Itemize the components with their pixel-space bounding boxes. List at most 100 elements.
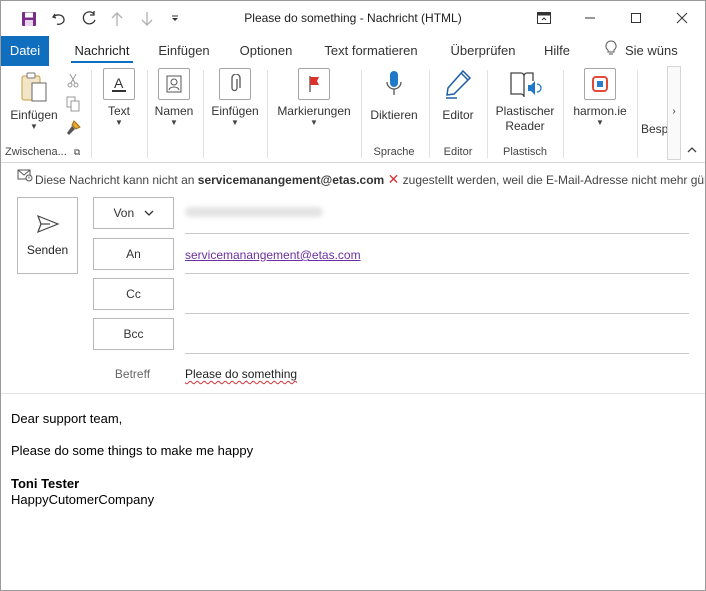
editor-button[interactable]: Editor xyxy=(433,68,483,122)
subject-label: Betreff xyxy=(114,367,151,381)
tab-review[interactable]: Überprüfen xyxy=(443,36,523,66)
arrow-up-icon[interactable] xyxy=(107,9,127,29)
from-label: Von xyxy=(113,206,135,220)
chevron-down-icon: ▼ xyxy=(115,118,123,127)
arrow-down-icon[interactable] xyxy=(137,9,157,29)
paste-button[interactable]: Einfügen ▼ xyxy=(7,68,61,131)
undo-icon[interactable] xyxy=(49,9,69,29)
reader-label-line1: Plastischer xyxy=(495,104,555,118)
subject-field[interactable]: Please do something xyxy=(185,367,297,381)
ribbon-divider xyxy=(429,70,430,158)
reader-label-line2: Reader xyxy=(505,119,545,133)
tab-options[interactable]: Optionen xyxy=(233,36,299,66)
cut-button[interactable] xyxy=(63,72,83,91)
speech-group-label: Sprache xyxy=(373,146,415,158)
chevron-down-icon: ▼ xyxy=(231,118,239,127)
signature-company: HappyCutomerCompany xyxy=(11,492,155,507)
cc-button[interactable]: Cc xyxy=(93,278,174,310)
header-body-divider xyxy=(1,393,705,394)
maximize-icon[interactable] xyxy=(613,1,659,34)
to-field-underline xyxy=(185,273,689,274)
body-line: Please do some things to make me happy xyxy=(11,443,254,458)
redo-icon[interactable] xyxy=(79,9,99,29)
remove-address-icon[interactable]: ✕ xyxy=(388,171,400,187)
tags-button[interactable]: Markierungen ▼ xyxy=(273,68,355,127)
outlook-compose-window: Please do something - Nachricht (HTML) D… xyxy=(0,0,706,591)
harmonie-label: harmon.ie xyxy=(573,104,627,118)
clipboard-group-label: Zwischena... ⧉ xyxy=(5,146,81,158)
text-label: Text xyxy=(107,104,130,118)
dictate-button[interactable]: Diktieren xyxy=(365,68,423,122)
ribbon-display-options-icon[interactable] xyxy=(521,1,567,34)
insert-button[interactable]: Einfügen ▼ xyxy=(209,68,261,127)
chevron-down-icon: ▼ xyxy=(596,118,604,127)
tab-message[interactable]: Nachricht xyxy=(67,36,137,66)
tell-me-text: Sie wüns xyxy=(625,43,678,58)
collapse-ribbon-icon[interactable] xyxy=(685,146,699,157)
delivery-warning-bar: Diese Nachricht kann nicht an serviceman… xyxy=(1,163,705,189)
save-icon[interactable] xyxy=(19,9,39,29)
tell-me-search[interactable]: Sie wüns xyxy=(605,36,705,66)
text-format-icon: A xyxy=(103,68,135,100)
ribbon-divider xyxy=(361,70,362,158)
body-greeting: Dear support team, xyxy=(11,411,123,426)
dialog-launcher-icon[interactable]: ⧉ xyxy=(74,147,80,158)
ribbon-divider xyxy=(267,70,268,158)
ribbon-scroll-right-icon[interactable]: › xyxy=(667,66,681,160)
clipboard-icon xyxy=(7,68,61,108)
to-button[interactable]: An xyxy=(93,238,174,270)
flag-icon xyxy=(298,68,330,100)
svg-text:A: A xyxy=(114,75,124,91)
warning-suffix-text: zugestellt werden, weil die E-Mail-Adres… xyxy=(402,173,705,187)
format-painter-button[interactable] xyxy=(63,120,83,139)
text-button[interactable]: A Text ▼ xyxy=(97,68,141,127)
immersive-reader-button[interactable]: Plastischer Reader xyxy=(491,68,559,133)
message-body[interactable]: Dear support team, Please do some things… xyxy=(11,404,691,507)
editor-group-label: Editor xyxy=(443,146,473,158)
chevron-down-icon: ▼ xyxy=(310,118,318,127)
send-icon xyxy=(18,214,77,237)
from-field-underline xyxy=(185,233,689,234)
tab-format-text[interactable]: Text formatieren xyxy=(317,36,425,66)
from-value-blurred xyxy=(185,207,325,217)
to-field[interactable]: servicemanangement@etas.com xyxy=(185,248,361,262)
copy-button[interactable] xyxy=(63,96,83,115)
chevron-down-icon xyxy=(144,198,154,228)
editor-label: Editor xyxy=(442,108,474,122)
ribbon-divider xyxy=(637,70,638,158)
bcc-button[interactable]: Bcc xyxy=(93,318,174,350)
ribbon-divider xyxy=(487,70,488,158)
title-bar: Please do something - Nachricht (HTML) xyxy=(1,1,705,36)
bcc-field[interactable] xyxy=(185,328,689,350)
names-button[interactable]: Namen ▼ xyxy=(151,68,197,127)
ribbon-tabs: Datei Nachricht Einfügen Optionen Text f… xyxy=(1,36,705,66)
ribbon-divider xyxy=(203,70,204,158)
chevron-down-icon: ▼ xyxy=(170,118,178,127)
scissors-icon xyxy=(67,73,79,88)
send-label: Senden xyxy=(26,243,69,257)
names-label: Namen xyxy=(154,104,194,118)
mail-warning-icon xyxy=(17,168,33,185)
bcc-field-underline xyxy=(185,353,689,354)
ribbon-divider xyxy=(147,70,148,158)
signature-name: Toni Tester xyxy=(11,476,80,491)
minimize-icon[interactable] xyxy=(567,1,613,34)
tab-insert[interactable]: Einfügen xyxy=(151,36,217,66)
send-button[interactable]: Senden xyxy=(17,197,78,274)
warning-address: servicemanangement@etas.com xyxy=(197,173,385,187)
from-button[interactable]: Von xyxy=(93,197,174,229)
tab-file[interactable]: Datei xyxy=(1,36,49,66)
lightbulb-icon xyxy=(605,37,617,67)
immersive-reader-icon xyxy=(491,68,559,102)
cc-field[interactable] xyxy=(185,288,689,310)
paste-label: Einfügen xyxy=(10,108,58,122)
dictate-label: Diktieren xyxy=(370,108,418,122)
harmonie-button[interactable]: harmon.ie ▼ xyxy=(567,68,633,127)
close-icon[interactable] xyxy=(659,1,705,34)
tab-help[interactable]: Hilfe xyxy=(537,36,577,66)
paperclip-icon xyxy=(219,68,251,100)
address-book-icon xyxy=(158,68,190,100)
customize-toolbar-icon[interactable] xyxy=(165,9,185,29)
ribbon-divider xyxy=(563,70,564,158)
ribbon-divider xyxy=(91,70,92,158)
